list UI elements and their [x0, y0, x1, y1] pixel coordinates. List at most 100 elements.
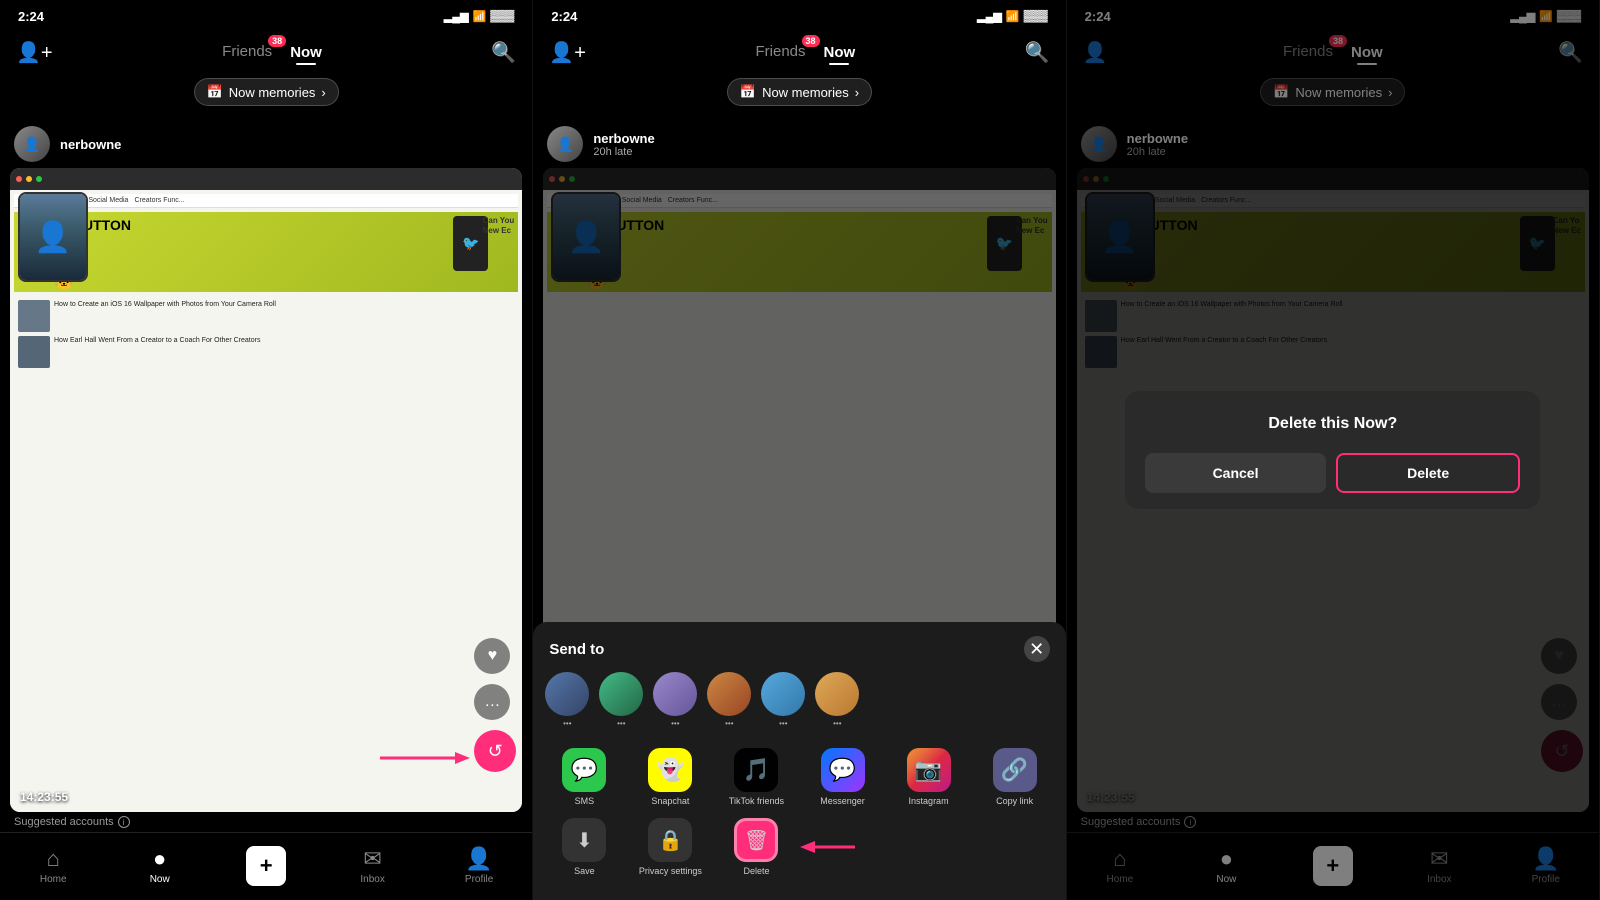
snapchat-app[interactable]: 👻 Snapchat	[631, 748, 709, 806]
close-share-btn[interactable]: ✕	[1024, 636, 1050, 662]
delete-label: Delete	[743, 866, 769, 876]
top-nav-2: 👤+ Friends 38 Now 🔍	[533, 28, 1065, 78]
instagram-app[interactable]: 📷 Instagram	[890, 748, 968, 806]
home-label-1: Home	[40, 874, 67, 885]
pink-arrow-1	[380, 748, 470, 768]
share-title: Send to	[549, 641, 604, 658]
add-friend-icon-2[interactable]: 👤+	[549, 40, 586, 65]
signal-icon-1: ▂▄▆	[444, 10, 469, 23]
snapchat-icon: 👻	[648, 748, 692, 792]
friends-tab-1[interactable]: Friends	[222, 43, 272, 60]
profile-label-1: Profile	[465, 874, 493, 885]
cam-face-1: 👤	[20, 194, 86, 280]
calendar-icon-1: 📅	[207, 84, 223, 100]
friend-1: •••	[545, 672, 589, 728]
now-tab-1[interactable]: Now	[290, 44, 322, 61]
screen-content-1: 👤 All PostsEducationSocial MediaCreators…	[10, 168, 522, 812]
avatar-2: 👤	[547, 126, 583, 162]
heart-btn-1[interactable]: ♥	[474, 638, 510, 674]
panel-2: 2:24 ▂▄▆ 📶 ▓▓▓ 👤+ Friends 38 Now 🔍 📅 Now…	[533, 0, 1066, 900]
bottom-nav-1: ⌂ Home ● Now + ✉ Inbox 👤 Profile	[0, 832, 532, 900]
delete-icon: 🗑	[734, 818, 778, 862]
snapchat-label: Snapchat	[651, 796, 689, 806]
article-text-1: How to Create an iOS 16 Wallpaper with P…	[54, 300, 276, 309]
delete-dialog: Delete this Now? Cancel Delete	[1125, 391, 1540, 509]
privacy-icon: 🔒	[648, 818, 692, 862]
save-icon: ⬇	[562, 818, 606, 862]
search-icon-2[interactable]: 🔍	[1025, 40, 1050, 65]
status-bar-2: 2:24 ▂▄▆ 📶 ▓▓▓	[533, 0, 1065, 28]
profile-nav-1[interactable]: 👤 Profile	[426, 846, 532, 885]
friends-tab-2[interactable]: Friends	[755, 43, 805, 60]
instagram-label: Instagram	[909, 796, 949, 806]
copylink-app[interactable]: 🔗 Copy link	[976, 748, 1054, 806]
friends-badge-1: 38	[268, 35, 286, 47]
messenger-icon: 💬	[821, 748, 865, 792]
camera-overlay-1: 👤	[18, 192, 88, 282]
chevron-right-icon-1: ›	[321, 85, 325, 100]
now-icon-1: ●	[153, 846, 166, 872]
top-nav-1: 👤+ Friends 38 Now 🔍	[0, 28, 532, 78]
plus-nav-1[interactable]: +	[213, 846, 319, 886]
tiktok-label: TikTok friends	[729, 796, 784, 806]
save-label: Save	[574, 866, 595, 876]
delete-util[interactable]: 🗑 Delete	[717, 818, 795, 876]
search-icon-1[interactable]: 🔍	[491, 40, 516, 65]
profile-icon-1: 👤	[465, 846, 492, 872]
home-nav-1[interactable]: ⌂ Home	[0, 846, 106, 885]
dialog-buttons: Cancel Delete	[1145, 453, 1520, 493]
timestamp-1: 14:23:55	[20, 790, 68, 804]
save-util[interactable]: ⬇ Save	[545, 818, 623, 876]
plus-btn-1[interactable]: +	[246, 846, 286, 886]
messenger-app[interactable]: 💬 Messenger	[803, 748, 881, 806]
tiktok-app[interactable]: 🎵 TikTok friends	[717, 748, 795, 806]
tweet-title-1: TWEET BUTTON	[20, 218, 512, 233]
apps-grid: 💬 SMS 👻 Snapchat 🎵 TikTok friends 💬 Mess…	[533, 740, 1065, 814]
nav-tabs-1: Friends 38 Now	[222, 43, 322, 61]
content-area-1: 👤 All PostsEducationSocial MediaCreators…	[10, 168, 522, 812]
article-item-1: How to Create an iOS 16 Wallpaper with P…	[18, 300, 514, 332]
user-row-1: 👤 nerbowne	[0, 120, 532, 168]
info-icon-1: i	[118, 816, 130, 828]
memories-btn-1[interactable]: 📅 Now memories ›	[194, 78, 339, 106]
avatar-1: 👤	[14, 126, 50, 162]
comment-btn-1[interactable]: …	[474, 684, 510, 720]
wifi-icon-2: 📶	[1006, 10, 1020, 23]
now-nav-1[interactable]: ● Now	[106, 846, 212, 885]
time-2: 2:24	[551, 9, 577, 24]
calendar-icon-2: 📅	[740, 84, 756, 100]
memories-btn-2[interactable]: 📅 Now memories ›	[727, 78, 872, 106]
username-1: nerbowne	[60, 137, 121, 152]
messenger-label: Messenger	[820, 796, 865, 806]
sms-icon: 💬	[562, 748, 606, 792]
twitter-logo-1: 🐦	[462, 235, 479, 252]
battery-icon-2: ▓▓▓	[1024, 10, 1048, 22]
friend-row: ••• ••• ••• ••• ••• •••	[533, 672, 1065, 740]
user-row-2: 👤 nerbowne 20h late	[533, 120, 1065, 168]
nav-tabs-2: Friends 38 Now	[755, 43, 855, 61]
sms-app[interactable]: 💬 SMS	[545, 748, 623, 806]
add-friend-icon-1[interactable]: 👤+	[16, 40, 53, 65]
privacy-util[interactable]: 🔒 Privacy settings	[631, 818, 709, 876]
cancel-button[interactable]: Cancel	[1145, 453, 1326, 493]
share-btn-1[interactable]: ↺	[474, 730, 516, 772]
home-icon-1: ⌂	[47, 846, 60, 872]
inbox-icon-1: ✉	[363, 846, 381, 872]
article-thumb-2	[18, 336, 50, 368]
now-label-1: Now	[150, 874, 170, 885]
tiktok-icon: 🎵	[734, 748, 778, 792]
video-thumb-1: 👤 All PostsEducationSocial MediaCreators…	[10, 168, 522, 812]
delete-confirm-button[interactable]: Delete	[1336, 453, 1521, 493]
time-late-2: 20h late	[593, 146, 654, 158]
username-2: nerbowne	[593, 131, 654, 146]
inbox-label-1: Inbox	[360, 874, 384, 885]
can-you-text-1: Can YouNew Ec	[483, 216, 515, 235]
copylink-icon: 🔗	[993, 748, 1037, 792]
inbox-nav-1[interactable]: ✉ Inbox	[319, 846, 425, 885]
wifi-icon-1: 📶	[473, 10, 487, 23]
tweet-sub-1: EDIT T BUTTONBUTTON	[20, 233, 512, 255]
now-tab-2[interactable]: Now	[824, 44, 856, 61]
user-info-2: nerbowne 20h late	[593, 131, 654, 158]
friend-4: •••	[707, 672, 751, 728]
suggested-bar-1: Suggested accounts i	[0, 812, 532, 832]
